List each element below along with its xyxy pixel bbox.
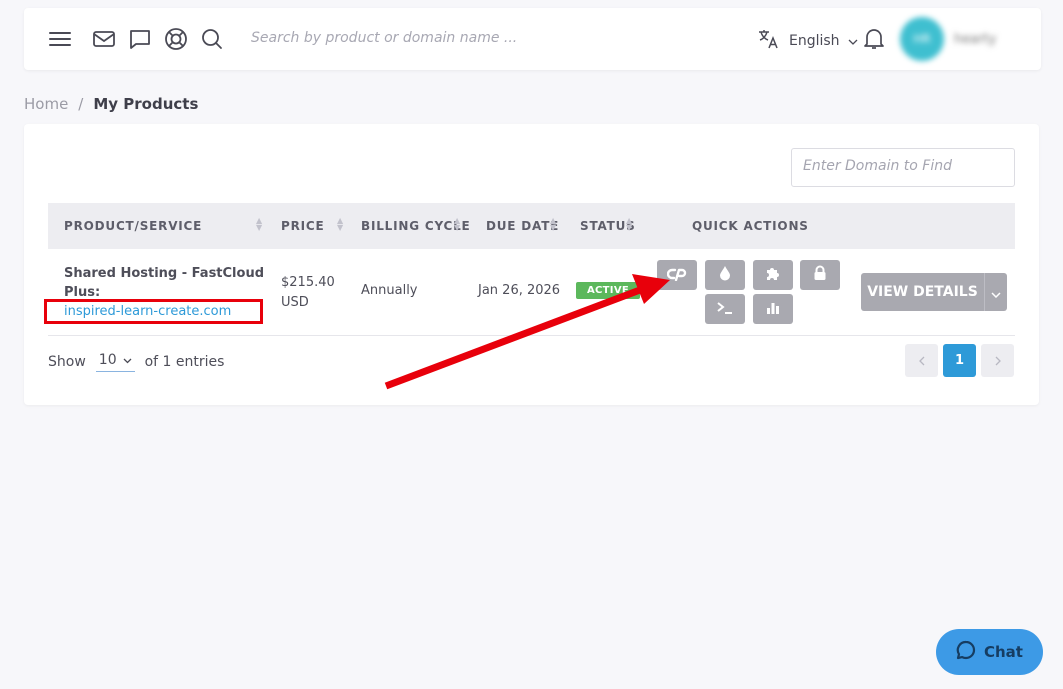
product-price: $215.40 USD [281,273,335,313]
status-badge: ACTIVE [576,282,640,299]
billing-cycle: Annually [361,283,418,298]
terminal-icon [716,300,734,319]
chat-label: Chat [984,643,1023,661]
show-label: Show [48,354,86,370]
annotation-highlight-box [44,299,263,324]
domain-filter-input[interactable]: Enter Domain to Find [791,148,1015,187]
breadcrumb-separator: / [78,95,84,113]
addons-button[interactable] [753,260,793,290]
message-icon[interactable] [128,27,152,51]
ssh-button[interactable] [705,294,745,324]
translate-icon [757,28,781,54]
mail-icon[interactable] [92,27,116,51]
stats-icon [766,300,780,319]
pagination-next[interactable] [981,344,1014,377]
top-navbar: Search by product or domain name ... Eng… [24,8,1041,70]
chevron-down-icon [991,283,1001,302]
page-title: My Products [93,95,199,113]
chat-bubble-icon [956,640,976,664]
sort-icon[interactable]: ▲ ▼ [337,217,343,232]
ssl-button[interactable] [800,260,840,290]
sort-icon[interactable]: ▲ ▼ [454,217,460,232]
table-header: PRODUCT/SERVICE ▲ ▼ PRICE ▲ ▼ BILLING CYCL… [48,203,1015,249]
bell-icon[interactable] [863,27,885,55]
support-icon[interactable] [164,27,188,51]
view-details-button[interactable]: VIEW DETAILS [861,273,984,311]
row-divider [48,335,1015,336]
view-details-dropdown[interactable] [984,273,1007,311]
sort-icon[interactable]: ▲ ▼ [626,217,632,232]
search-input[interactable]: Search by product or domain name ... [251,30,517,46]
column-header-due-date[interactable]: DUE DATE [486,219,559,233]
chevron-down-icon [123,352,132,368]
product-name[interactable]: Shared Hosting - FastCloud Plus: [64,264,264,302]
sort-icon[interactable]: ▲ ▼ [256,217,262,232]
breadcrumb-home[interactable]: Home [24,95,68,113]
puzzle-icon [765,265,781,285]
page-size-select[interactable]: 10 [95,352,135,372]
sort-icon[interactable]: ▲ ▼ [550,217,556,232]
lock-icon [813,265,827,285]
chat-button[interactable]: Chat [936,629,1043,675]
pagination-page-current[interactable]: 1 [943,344,976,377]
pagination-prev[interactable] [905,344,938,377]
price-currency: USD [281,295,309,310]
page-size-value: 10 [98,352,117,368]
price-amount: $215.40 [281,275,335,290]
menu-icon[interactable] [48,27,72,51]
column-header-quick-actions: QUICK ACTIONS [692,219,809,233]
column-header-product[interactable]: PRODUCT/SERVICE [64,219,202,233]
column-header-price[interactable]: PRICE [281,219,325,233]
cpanel-icon [666,266,687,285]
search-icon[interactable] [200,27,224,51]
softaculous-button[interactable] [705,260,745,290]
avatar: HR [900,17,944,61]
due-date: Jan 26, 2026 [478,283,561,298]
page-size-control: Show 10 of 1 entries [48,352,224,372]
products-card: Enter Domain to Find PRODUCT/SERVICE ▲ ▼ … [24,124,1039,405]
user-name: hearty [954,31,997,47]
stats-button[interactable] [753,294,793,324]
cpanel-button[interactable] [657,260,697,290]
chevron-down-icon [848,33,858,49]
droplet-icon [719,265,731,285]
language-selector[interactable]: English [757,28,858,54]
breadcrumb: Home / My Products [24,95,198,113]
entries-count: of 1 entries [144,354,225,370]
user-menu[interactable]: HR hearty [900,17,996,61]
language-label: English [789,33,840,49]
